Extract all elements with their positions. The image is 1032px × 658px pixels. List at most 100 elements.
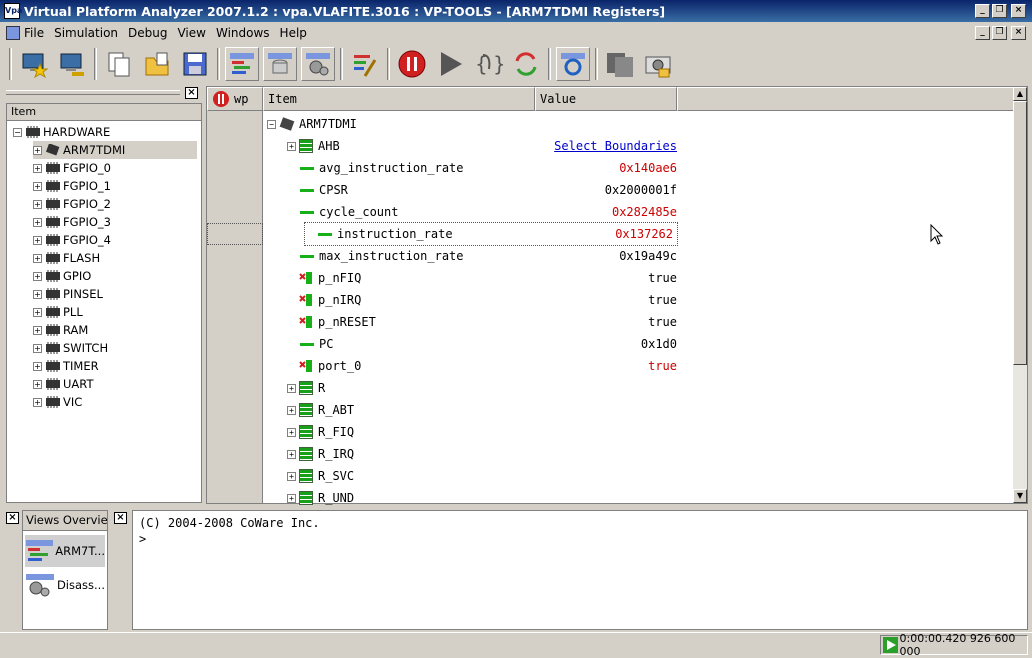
mdi-close-icon[interactable]: × [1011,26,1026,40]
save-icon[interactable] [178,47,212,81]
collapse-icon[interactable]: − [267,119,276,129]
mdi-minimize-icon[interactable]: _ [975,26,990,40]
register-row-p-nirq[interactable]: p_nIRQ true [287,289,679,311]
register-row-r-fiq[interactable]: + R_FIQ [287,421,679,443]
tree-item-pll[interactable]: + PLL [33,303,83,321]
register-row-max-instruction-rate[interactable]: max_instruction_rate 0x19a49c [287,245,679,267]
expand-icon[interactable]: + [33,145,42,155]
tree-item-arm7tdmi[interactable]: + ARM7TDMI [33,141,197,159]
tree-column-header[interactable]: Item [7,104,201,121]
register-row-r[interactable]: + R [287,377,679,399]
brush-icon[interactable] [348,47,382,81]
camera-icon[interactable] [641,47,675,81]
open-folder-icon[interactable] [140,47,174,81]
console-prompt[interactable]: > [139,531,1021,547]
register-row-r-abt[interactable]: + R_ABT [287,399,679,421]
tree-item-fgpio_3[interactable]: + FGPIO_3 [33,213,111,231]
expand-icon[interactable]: + [33,253,42,263]
copy-documents-icon[interactable] [102,47,136,81]
expand-icon[interactable]: + [33,163,42,173]
network-monitor-icon[interactable] [55,47,89,81]
register-row-r-svc[interactable]: + R_SVC [287,465,679,487]
console-output[interactable]: (C) 2004-2008 CoWare Inc. > [132,510,1028,630]
expand-icon[interactable]: + [33,307,42,317]
tree-item-ram[interactable]: + RAM [33,321,88,339]
tree-item-uart[interactable]: + UART [33,375,93,393]
expand-icon[interactable]: + [287,471,296,481]
expand-icon[interactable]: + [287,449,296,459]
expand-icon[interactable]: + [33,199,42,209]
expand-icon[interactable]: + [33,343,42,353]
tree-item-pinsel[interactable]: + PINSEL [33,285,103,303]
expand-icon[interactable]: + [33,397,42,407]
collapse-icon[interactable]: − [13,127,22,137]
register-row-cycle-count[interactable]: cycle_count 0x282485e [287,201,679,223]
tree-item-flash[interactable]: + FLASH [33,249,100,267]
scroll-down-icon[interactable]: ▼ [1013,489,1027,503]
console-close-icon[interactable]: × [114,512,127,524]
view-item-arm7tdmi[interactable]: ARM7T... [25,535,105,567]
mdi-document-icon[interactable] [6,25,20,40]
expand-icon[interactable]: + [287,141,296,151]
expand-icon[interactable]: + [33,235,42,245]
menu-debug[interactable]: Debug [128,26,167,40]
register-row-p-nreset[interactable]: p_nRESET true [287,311,679,333]
view-item-disassembly[interactable]: Disass... [25,569,105,601]
register-row-p-nfiq[interactable]: p_nFIQ true [287,267,679,289]
register-value[interactable]: Select Boundaries [537,139,677,153]
tree-item-fgpio_2[interactable]: + FGPIO_2 [33,195,111,213]
register-row-port-0[interactable]: port_0 true [287,355,679,377]
run-icon[interactable] [433,47,467,81]
menu-simulation[interactable]: Simulation [54,26,118,40]
register-row-avg-instruction-rate[interactable]: avg_instruction_rate 0x140ae6 [287,157,679,179]
restore-icon[interactable]: ❐ [992,4,1007,18]
item-column-header[interactable]: Item [263,87,535,111]
expand-icon[interactable]: + [33,271,42,281]
expand-icon[interactable]: + [33,217,42,227]
register-row-r-irq[interactable]: + R_IRQ [287,443,679,465]
scrollbar-thumb[interactable] [1013,101,1027,365]
minimize-icon[interactable]: _ [975,4,990,18]
tree-root-hardware[interactable]: − HARDWARE [13,123,110,141]
settings-icon[interactable] [301,47,335,81]
grid-root-row[interactable]: − ARM7TDMI [267,113,357,135]
tree-item-fgpio_1[interactable]: + FGPIO_1 [33,177,111,195]
menu-view[interactable]: View [177,26,205,40]
database-icon[interactable] [263,47,297,81]
tree-item-fgpio_4[interactable]: + FGPIO_4 [33,231,111,249]
views-overview-close-icon[interactable]: × [6,512,19,524]
register-row-cpsr[interactable]: CPSR 0x2000001f [287,179,679,201]
tree-item-gpio[interactable]: + GPIO [33,267,91,285]
tree-item-switch[interactable]: + SWITCH [33,339,108,357]
register-row-instruction-rate[interactable]: instruction_rate 0x137262 [304,222,678,246]
tree-pane-close-icon[interactable]: × [185,87,198,99]
tree-item-fgpio_0[interactable]: + FGPIO_0 [33,159,111,177]
menu-windows[interactable]: Windows [216,26,270,40]
expand-icon[interactable]: + [33,361,42,371]
register-row-r-und[interactable]: + R_UND [287,487,679,509]
register-row-ahb[interactable]: + AHB Select Boundaries [287,135,679,157]
restart-icon[interactable] [509,47,543,81]
expand-icon[interactable]: + [33,181,42,191]
value-column-header[interactable]: Value [535,87,677,111]
tree-item-timer[interactable]: + TIMER [33,357,99,375]
register-row-pc[interactable]: PC 0x1d0 [287,333,679,355]
grey-squares-icon[interactable] [603,47,637,81]
new-monitor-star-icon[interactable] [17,47,51,81]
expand-icon[interactable]: + [287,493,296,503]
menu-help[interactable]: Help [280,26,307,40]
views-icon[interactable] [225,47,259,81]
refresh-icon[interactable] [556,47,590,81]
stop-icon[interactable] [395,47,429,81]
expand-icon[interactable]: + [287,427,296,437]
expand-icon[interactable]: + [287,383,296,393]
tree-item-vic[interactable]: + VIC [33,393,82,411]
expand-icon[interactable]: + [33,325,42,335]
step-icon[interactable]: {} [471,47,505,81]
expand-icon[interactable]: + [33,289,42,299]
scroll-up-icon[interactable]: ▲ [1013,87,1027,101]
wp-column-header[interactable]: wp [207,87,263,111]
menu-file[interactable]: File [24,26,44,40]
mdi-restore-icon[interactable]: ❐ [992,26,1007,40]
expand-icon[interactable]: + [33,379,42,389]
